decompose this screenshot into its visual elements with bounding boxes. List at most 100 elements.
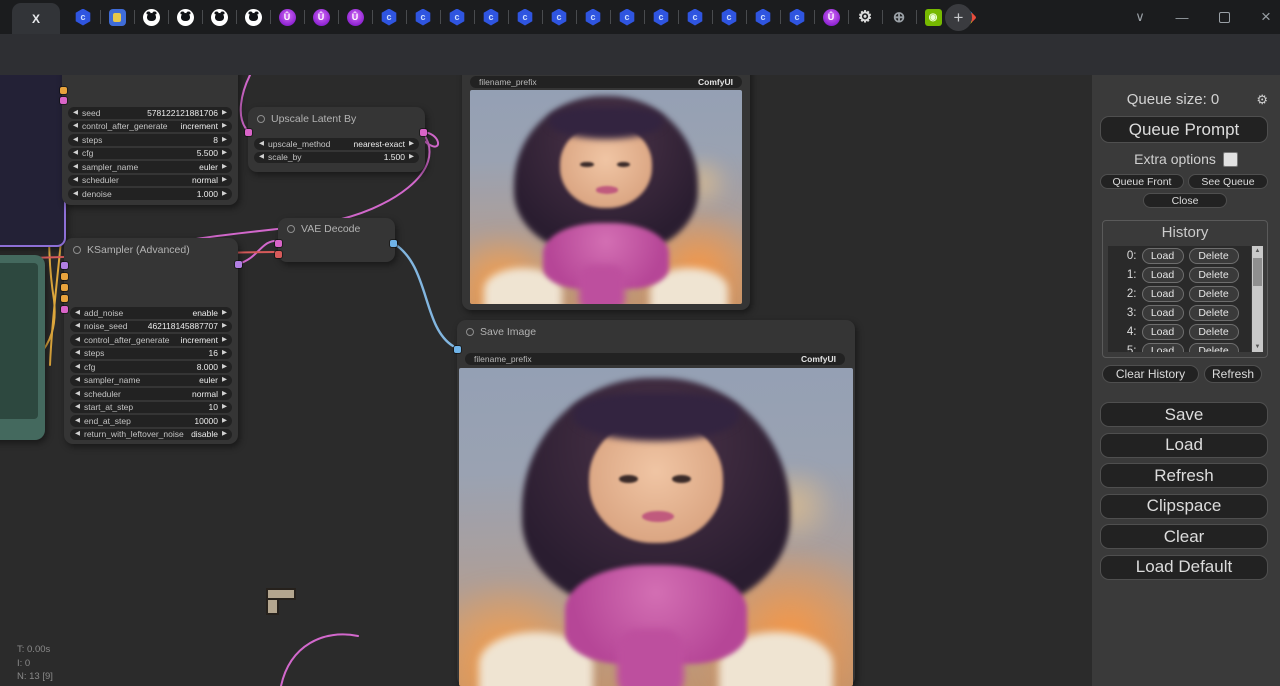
tab-github[interactable] <box>236 0 270 34</box>
maximize-icon[interactable] <box>1216 12 1232 23</box>
close-window-icon[interactable]: × <box>1258 7 1274 27</box>
tab-comfyui[interactable] <box>780 0 814 34</box>
widget-increment-icon[interactable]: ▶ <box>222 431 227 438</box>
refresh-history-button[interactable]: Refresh <box>1204 365 1262 383</box>
active-tab[interactable]: X <box>12 3 60 34</box>
save-button[interactable]: Save <box>1100 402 1268 427</box>
input-dot-positive[interactable] <box>61 273 68 280</box>
widget-increment-icon[interactable]: ▶ <box>222 110 227 117</box>
new-tab-button[interactable]: + <box>945 4 972 31</box>
node-save-image-top[interactable]: filename_prefix ComfyUI <box>462 75 750 310</box>
collapse-dot-icon[interactable] <box>466 328 474 336</box>
history-scrollbar[interactable]: ▲ ▼ <box>1252 246 1263 352</box>
input-dot-samples[interactable] <box>245 129 252 136</box>
widget-start_at_step[interactable]: ◀start_at_step10▶ <box>70 402 232 414</box>
node-title-bar[interactable]: VAE Decode <box>287 223 387 235</box>
output-dot-latent[interactable] <box>235 261 242 268</box>
tab-u-badge[interactable] <box>304 0 338 34</box>
collapse-dot-icon[interactable] <box>257 115 265 123</box>
widget-increment-icon[interactable]: ▶ <box>222 310 227 317</box>
tab-comfyui[interactable] <box>372 0 406 34</box>
widget-scale_by[interactable]: ◀scale_by1.500▶ <box>254 152 419 164</box>
node-ksampler-advanced[interactable]: KSampler (Advanced) ◀add_noiseenable▶◀no… <box>64 238 238 444</box>
widget-decrement-icon[interactable]: ◀ <box>75 418 80 425</box>
tab-globe[interactable] <box>882 0 916 34</box>
clear-button[interactable]: Clear <box>1100 524 1268 549</box>
widget-scheduler[interactable]: ◀schedulernormal▶ <box>68 175 232 187</box>
widget-scheduler[interactable]: ◀schedulernormal▶ <box>70 388 232 400</box>
filename-prefix-widget[interactable]: filename_prefix ComfyUI <box>470 76 742 88</box>
node-save-image[interactable]: Save Image filename_prefix ComfyUI <box>457 320 855 686</box>
widget-decrement-icon[interactable]: ◀ <box>73 150 78 157</box>
tab-github[interactable] <box>202 0 236 34</box>
history-delete-button[interactable]: Delete <box>1189 267 1239 283</box>
widget-control_after_generate[interactable]: ◀control_after_generateincrement▶ <box>70 334 232 346</box>
widget-add_noise[interactable]: ◀add_noiseenable▶ <box>70 307 232 319</box>
widget-decrement-icon[interactable]: ◀ <box>75 310 80 317</box>
widget-increment-icon[interactable]: ▶ <box>222 150 227 157</box>
widget-cfg[interactable]: ◀cfg8.000▶ <box>70 361 232 373</box>
close-button[interactable]: Close <box>1143 193 1227 208</box>
widget-steps[interactable]: ◀steps16▶ <box>70 348 232 360</box>
history-load-button[interactable]: Load <box>1142 286 1184 302</box>
node-title-bar[interactable]: Save Image <box>466 326 847 338</box>
widget-decrement-icon[interactable]: ◀ <box>73 110 78 117</box>
widget-decrement-icon[interactable]: ◀ <box>75 377 80 384</box>
tab-comfyui[interactable] <box>746 0 780 34</box>
history-delete-button[interactable]: Delete <box>1189 324 1239 340</box>
clear-history-button[interactable]: Clear History <box>1102 365 1199 383</box>
node-vae-decode[interactable]: VAE Decode <box>278 218 395 262</box>
widget-increment-icon[interactable]: ▶ <box>222 177 227 184</box>
history-delete-button[interactable]: Delete <box>1189 343 1239 353</box>
input-dot-images[interactable] <box>454 346 461 353</box>
widget-increment-icon[interactable]: ▶ <box>222 364 227 371</box>
node-upscale-latent-by[interactable]: Upscale Latent By ◀upscale_methodnearest… <box>248 107 425 172</box>
widget-decrement-icon[interactable]: ◀ <box>75 364 80 371</box>
widget-increment-icon[interactable]: ▶ <box>222 123 227 130</box>
widget-decrement-icon[interactable]: ◀ <box>259 154 264 161</box>
history-load-button[interactable]: Load <box>1142 305 1184 321</box>
tab-comfyui[interactable] <box>542 0 576 34</box>
widget-decrement-icon[interactable]: ◀ <box>75 404 80 411</box>
output-dot-latent[interactable] <box>420 129 427 136</box>
input-dot-model[interactable] <box>61 262 68 269</box>
widget-upscale_method[interactable]: ◀upscale_methodnearest-exact▶ <box>254 138 419 150</box>
tab-u-badge[interactable] <box>814 0 848 34</box>
node-ksampler[interactable]: ◀seed578122121881706▶◀control_after_gene… <box>62 75 238 205</box>
tab-comfyui[interactable] <box>712 0 746 34</box>
input-dot-conditioning[interactable] <box>60 87 67 94</box>
tab-u-badge[interactable] <box>338 0 372 34</box>
refresh-button[interactable]: Refresh <box>1100 463 1268 488</box>
widget-increment-icon[interactable]: ▶ <box>222 391 227 398</box>
collapse-dot-icon[interactable] <box>73 246 81 254</box>
widget-increment-icon[interactable]: ▶ <box>222 350 227 357</box>
scrollbar-thumb[interactable] <box>1253 258 1262 286</box>
input-dot-negative[interactable] <box>61 284 68 291</box>
widget-increment-icon[interactable]: ▶ <box>409 154 414 161</box>
widget-decrement-icon[interactable]: ◀ <box>73 164 78 171</box>
see-queue-button[interactable]: See Queue <box>1188 174 1268 189</box>
tab-settings-gear[interactable] <box>848 0 882 34</box>
input-dot-latent-image[interactable] <box>61 306 68 313</box>
settings-gear-icon[interactable]: ⚙ <box>1256 92 1268 108</box>
input-dot-vae[interactable] <box>275 251 282 258</box>
widget-decrement-icon[interactable]: ◀ <box>75 431 80 438</box>
node-negative-prompt[interactable]: ve:0.5], utilated, limbs, missing , neck… <box>0 255 45 440</box>
queue-front-button[interactable]: Queue Front <box>1100 174 1184 189</box>
widget-decrement-icon[interactable]: ◀ <box>73 137 78 144</box>
widget-return_with_leftover_noise[interactable]: ◀return_with_leftover_noisedisable▶ <box>70 429 232 441</box>
input-dot-extra[interactable] <box>61 295 68 302</box>
tab-comfyui[interactable] <box>610 0 644 34</box>
tab-github[interactable] <box>134 0 168 34</box>
widget-increment-icon[interactable]: ▶ <box>222 137 227 144</box>
widget-increment-icon[interactable]: ▶ <box>222 191 227 198</box>
extra-options-checkbox[interactable] <box>1223 152 1238 167</box>
history-delete-button[interactable]: Delete <box>1189 305 1239 321</box>
negative-prompt-textarea[interactable]: ve:0.5], utilated, limbs, missing , neck… <box>0 263 38 419</box>
history-load-button[interactable]: Load <box>1142 267 1184 283</box>
tab-app[interactable] <box>100 0 134 34</box>
widget-decrement-icon[interactable]: ◀ <box>73 177 78 184</box>
output-dot-image[interactable] <box>390 240 397 247</box>
load-default-button[interactable]: Load Default <box>1100 555 1268 580</box>
tab-comfyui[interactable] <box>66 0 100 34</box>
